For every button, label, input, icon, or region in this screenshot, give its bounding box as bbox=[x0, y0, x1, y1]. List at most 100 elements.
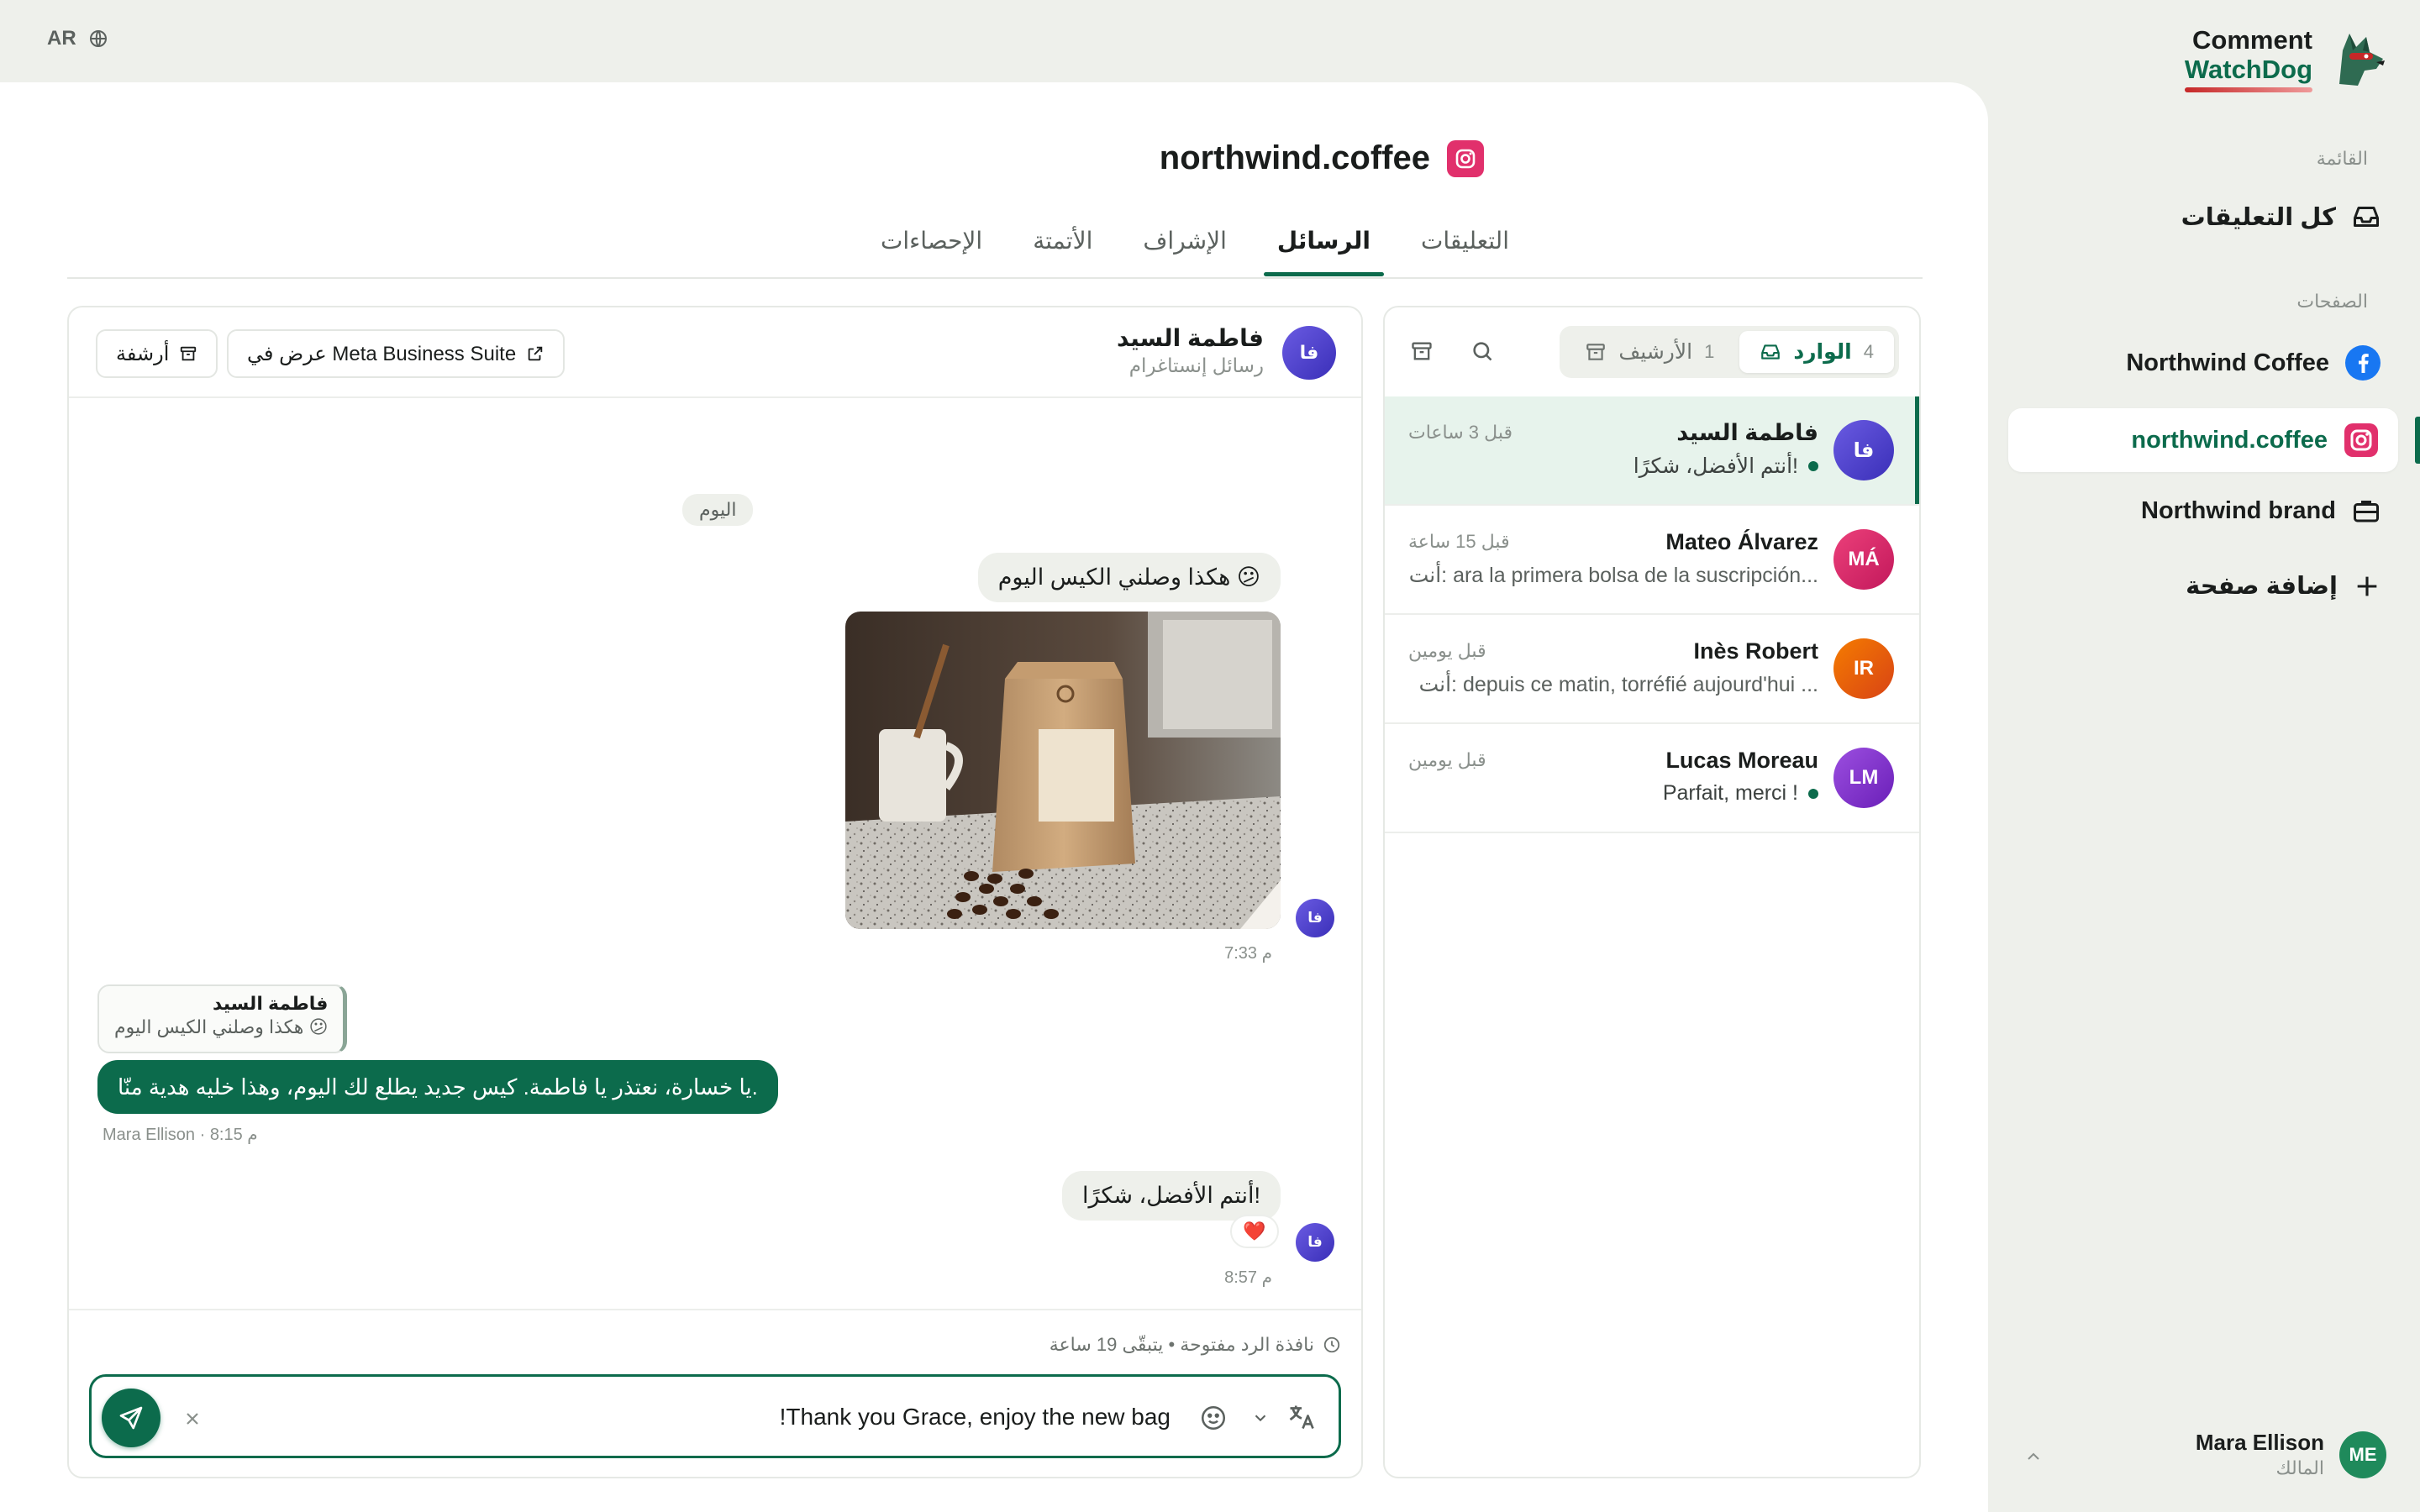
unread-dot bbox=[1808, 461, 1818, 471]
search-icon[interactable] bbox=[1470, 339, 1494, 363]
avatar: MÁ bbox=[1833, 529, 1894, 590]
tab-comments[interactable]: التعليقات bbox=[1421, 227, 1509, 276]
list-actions bbox=[1410, 339, 1494, 363]
emoji-icon[interactable] bbox=[1199, 1404, 1228, 1432]
avatar: فا bbox=[1282, 326, 1336, 380]
briefcase-icon bbox=[2351, 496, 2381, 526]
user-name: Mara Ellison bbox=[2195, 1430, 2324, 1455]
sidebar-item-all-comments[interactable]: كل التعليقات bbox=[2181, 202, 2381, 232]
composer-input[interactable]: !Thank you Grace, enjoy the new bag bbox=[780, 1404, 1171, 1431]
facebook-icon bbox=[2344, 344, 2381, 381]
archive-icon bbox=[179, 344, 197, 363]
message-composer[interactable]: !Thank you Grace, enjoy the new bag bbox=[89, 1374, 1341, 1458]
brand-underline bbox=[2184, 87, 2312, 92]
archive-label: الأرشيف bbox=[1618, 340, 1693, 364]
tabs-divider bbox=[67, 277, 1923, 279]
archive-count: 1 bbox=[1704, 341, 1715, 362]
tab-automation[interactable]: الأتمتة bbox=[1033, 227, 1092, 276]
tab-moderation[interactable]: الإشراف bbox=[1143, 227, 1226, 276]
tab-messages[interactable]: الرسائل bbox=[1263, 227, 1385, 276]
archive-label: أرشفة bbox=[116, 342, 170, 365]
message-meta: Mara Ellison · 8:15 م bbox=[103, 1126, 258, 1144]
reply-window-text: نافذة الرد مفتوحة • يتبقّى 19 ساعة bbox=[1049, 1334, 1314, 1355]
archive-tab[interactable]: الأرشيف 1 bbox=[1565, 331, 1734, 373]
conversation-name: Inès Robert bbox=[1693, 638, 1818, 664]
contact-channel: رسائل إنستاغرام bbox=[1128, 354, 1264, 376]
avatar: فا bbox=[1833, 420, 1894, 480]
send-button[interactable] bbox=[102, 1389, 160, 1447]
conversation-time: قبل 15 ساعة bbox=[1408, 531, 1510, 552]
quoted-message: فاطمة السيد هكذا وصلني الكيس اليوم 😕 bbox=[97, 984, 348, 1053]
conversation-preview: أنت: ara la primera bolsa de la suscripc… bbox=[1408, 564, 1818, 587]
clock-icon bbox=[1323, 1336, 1341, 1354]
add-page-button[interactable]: إضافة صفحة bbox=[2186, 571, 2381, 601]
inbox-tab[interactable]: الوارد 4 bbox=[1739, 331, 1894, 373]
inbox-icon bbox=[1760, 341, 1781, 363]
open-in-meta-label: عرض في Meta Business Suite bbox=[247, 342, 517, 365]
open-in-meta-button[interactable]: عرض في Meta Business Suite bbox=[227, 329, 566, 378]
sidebar-item-label: Northwind Coffee bbox=[2126, 349, 2329, 376]
sidebar-item-northwind-brand[interactable]: Northwind brand bbox=[2141, 496, 2381, 526]
inbox-count: 4 bbox=[1863, 341, 1874, 362]
contact-name: فاطمة السيد bbox=[1117, 325, 1264, 351]
page-tabs: التعليقات الرسائل الإشراف الأتمتة الإحصا… bbox=[881, 227, 1509, 276]
unread-dot bbox=[1808, 788, 1818, 799]
language-switcher[interactable]: AR bbox=[47, 27, 108, 50]
sidebar-item-label: northwind.coffee bbox=[2131, 426, 2328, 454]
sidebar-item-northwind-coffee-instagram[interactable]: northwind.coffee bbox=[2008, 408, 2398, 472]
external-link-icon bbox=[526, 344, 544, 363]
chevron-up-icon[interactable] bbox=[2023, 1446, 2044, 1467]
chat-panel: فا فاطمة السيد رسائل إنستاغرام عرض في Me… bbox=[67, 306, 1363, 1478]
conversation-preview: Parfait, merci ! bbox=[1663, 781, 1818, 806]
archive-button[interactable]: أرشفة bbox=[96, 329, 218, 378]
reply-window-status: نافذة الرد مفتوحة • يتبقّى 19 ساعة bbox=[1050, 1334, 1341, 1356]
preview-text: Parfait, merci ! bbox=[1662, 781, 1798, 805]
conversation-item[interactable]: MÁ Mateo Álvarez قبل 15 ساعة أنت: ara la… bbox=[1385, 506, 1919, 615]
avatar: IR bbox=[1833, 638, 1894, 699]
conversation-list-panel: الوارد 4 الأرشيف 1 فا فاطمة السيد قبل 3 … bbox=[1383, 306, 1921, 1478]
conversation-item[interactable]: فا فاطمة السيد قبل 3 ساعات أنتم الأفضل، … bbox=[1385, 396, 1919, 506]
message-time: 7:33 م bbox=[1224, 944, 1272, 963]
conversation-name: فاطمة السيد bbox=[1676, 420, 1818, 445]
user-profile[interactable]: Mara Ellison المالك ME bbox=[2196, 1430, 2386, 1479]
brand-logo[interactable]: Comment WatchDog bbox=[2184, 25, 2391, 92]
incoming-message: أنتم الأفضل، شكرًا! bbox=[1062, 1171, 1281, 1221]
archive-icon[interactable] bbox=[1410, 339, 1434, 363]
instagram-icon bbox=[1447, 139, 1484, 177]
preview-text: أنتم الأفضل، شكرًا! bbox=[1633, 454, 1798, 478]
tab-statistics[interactable]: الإحصاءات bbox=[881, 227, 982, 276]
chat-header: فا فاطمة السيد رسائل إنستاغرام عرض في Me… bbox=[69, 307, 1361, 398]
avatar: LM bbox=[1833, 748, 1894, 808]
message-time: 8:57 م bbox=[1224, 1268, 1272, 1287]
chevron-down-icon[interactable] bbox=[1251, 1409, 1270, 1427]
conversation-item[interactable]: IR Inès Robert قبل يومين أنت: depuis ce … bbox=[1385, 615, 1919, 724]
menu-section-label: القائمة bbox=[2316, 148, 2368, 169]
inbox-archive-toggle: الوارد 4 الأرشيف 1 bbox=[1560, 326, 1899, 378]
sidebar-item-northwind-coffee-facebook[interactable]: Northwind Coffee bbox=[2126, 344, 2381, 381]
translate-icon[interactable] bbox=[1286, 1402, 1317, 1432]
outgoing-message: يا خسارة، نعتذر يا فاطمة. كيس جديد يطلع … bbox=[97, 1060, 778, 1114]
globe-icon bbox=[88, 29, 108, 49]
plus-icon bbox=[2353, 572, 2381, 601]
composer-divider bbox=[69, 1309, 1361, 1310]
pages-section-label: الصفحات bbox=[2296, 291, 2368, 312]
conversation-item[interactable]: LM Lucas Moreau قبل يومين Parfait, merci… bbox=[1385, 724, 1919, 833]
message-photo[interactable] bbox=[845, 612, 1281, 929]
incoming-message: هكذا وصلني الكيس اليوم 😕 bbox=[977, 553, 1281, 602]
avatar: فا bbox=[1296, 899, 1334, 937]
page-title-text: northwind.coffee bbox=[1159, 139, 1430, 176]
conversation-name: Lucas Moreau bbox=[1665, 748, 1818, 773]
quoted-author: فاطمة السيد bbox=[212, 993, 329, 1014]
instagram-icon bbox=[2343, 422, 2380, 459]
active-page-indicator bbox=[2415, 417, 2420, 464]
clear-icon[interactable] bbox=[182, 1409, 203, 1429]
inbox-label: الوارد bbox=[1793, 340, 1852, 364]
conversation-name: Mateo Álvarez bbox=[1665, 529, 1818, 554]
conversation-preview: أنت: depuis ce matin, torréfié aujourd'h… bbox=[1418, 673, 1818, 696]
archive-icon bbox=[1585, 341, 1607, 363]
sidebar-item-label: كل التعليقات bbox=[2181, 203, 2336, 231]
reaction-heart[interactable]: ❤️ bbox=[1230, 1215, 1279, 1248]
language-code: AR bbox=[47, 27, 76, 50]
inbox-icon bbox=[2351, 202, 2381, 232]
add-page-label: إضافة صفحة bbox=[2186, 573, 2338, 600]
